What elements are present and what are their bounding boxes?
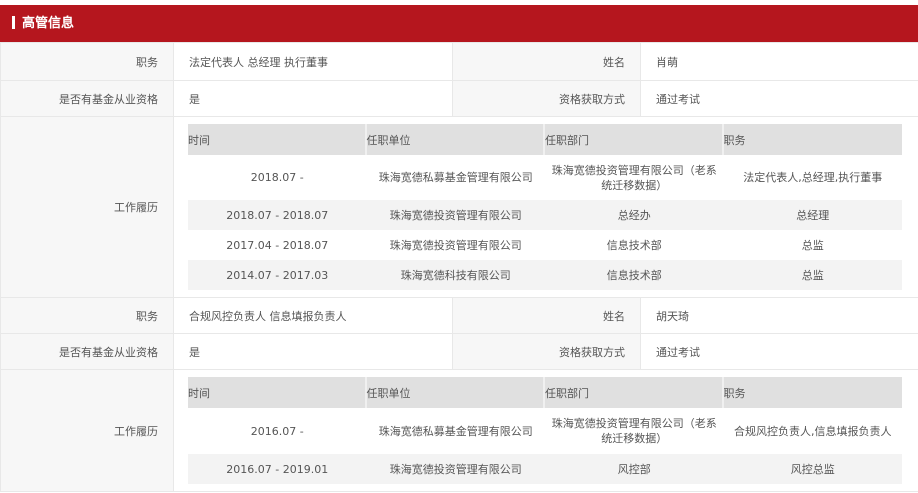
table-row: 2016.07 - 2019.01 珠海宽德投资管理有限公司 风控部 风控总监 bbox=[188, 454, 902, 484]
method-label: 资格获取方式 bbox=[452, 333, 641, 370]
qualification-row: 是否有基金从业资格是资格获取方式 通过考试 bbox=[0, 333, 918, 370]
table-row: 2018.07 - 珠海宽德私募基金管理有限公司 珠海宽德投资管理有限公司（老系统迁… bbox=[188, 155, 902, 200]
method-value: 通过考试 bbox=[640, 80, 918, 117]
cell: 珠海宽德投资管理有限公司（老系统迁移数据） bbox=[551, 417, 717, 445]
col-department: 任职部门 bbox=[545, 377, 724, 408]
col-company: 任职单位 bbox=[366, 377, 545, 408]
cell: 风控部 bbox=[545, 454, 724, 484]
name-value: 肖萌 bbox=[640, 42, 918, 81]
cell: 2018.07 - 2018.07 bbox=[188, 200, 367, 230]
cell: 总经办 bbox=[545, 200, 724, 230]
cell: 珠海宽德投资管理有限公司（老系统迁移数据） bbox=[551, 163, 717, 192]
header-bar-icon bbox=[12, 16, 15, 29]
cell: 合规风控负责人,信息填报负责人 bbox=[734, 424, 892, 438]
name-value: 胡天琦 bbox=[640, 297, 918, 334]
table-row: 2018.07 - 2018.07 珠海宽德投资管理有限公司 总经办 总经理 bbox=[188, 200, 902, 230]
col-department: 任职部门 bbox=[545, 124, 724, 155]
history-label: 工作履历 bbox=[0, 116, 174, 298]
col-position: 职务 bbox=[723, 377, 902, 408]
table-row: 2016.07 - 珠海宽德私募基金管理有限公司 珠海宽德投资管理有限公司（老系统迁… bbox=[188, 408, 902, 454]
position-value: 法定代表人 总经理 执行董事 bbox=[173, 42, 453, 81]
table-row: 2014.07 - 2017.03 珠海宽德科技有限公司 信息技术部 总监 bbox=[188, 260, 902, 290]
cell: 2016.07 - 2019.01 bbox=[188, 454, 367, 484]
cell: 总监 bbox=[801, 238, 824, 252]
col-time: 时间 bbox=[188, 377, 367, 408]
history-table: 时间 任职单位 任职部门 职务 2018.07 - 珠海宽德私募基金管理有限公司 珠海宽德… bbox=[188, 124, 902, 290]
position-value: 合规风控负责人 信息填报负责人 bbox=[173, 297, 453, 334]
history-label: 工作履历 bbox=[0, 369, 174, 492]
cell: 2016.07 - bbox=[250, 424, 304, 438]
cell: 珠海宽德私募基金管理有限公司 bbox=[378, 424, 533, 438]
method-label: 资格获取方式 bbox=[452, 80, 641, 117]
cell: 珠海宽德投资管理有限公司 bbox=[366, 200, 545, 230]
position-row: 职务 合规风控负责人 信息填报负责人 姓名 胡天琦 bbox=[0, 297, 918, 334]
cell: 珠海宽德投资管理有限公司 bbox=[366, 454, 545, 484]
position-row: 职务 法定代表人 总经理 执行董事 姓名 肖萌 bbox=[0, 42, 918, 81]
col-time: 时间 bbox=[188, 124, 367, 155]
history-row: 工作履历 时间 任职单位 任职部门 职务 2018.07 - 珠海宽德私募基金管理有限公… bbox=[0, 116, 918, 298]
name-label: 姓名 bbox=[452, 297, 641, 334]
qualified-label: 是否有基金从业资格 bbox=[0, 333, 174, 370]
col-company: 任职单位 bbox=[366, 124, 545, 155]
qualified-value: 是 bbox=[173, 333, 453, 370]
cell: 风控总监 bbox=[723, 454, 902, 484]
section-title: 高管信息 bbox=[22, 16, 75, 31]
cell: 总经理 bbox=[723, 200, 902, 230]
executive-block: 职务 法定代表人 总经理 执行董事 姓名 肖萌 是否有基金从业资格是资格获取方式 通过考… bbox=[0, 42, 918, 298]
col-position: 职务 bbox=[723, 124, 902, 155]
cell: 珠海宽德私募基金管理有限公司 bbox=[378, 171, 533, 184]
cell: 信息技术部 bbox=[606, 238, 662, 252]
cell: 总监 bbox=[723, 260, 902, 290]
name-label: 姓名 bbox=[452, 42, 641, 81]
qualified-label: 是否有基金从业资格 bbox=[0, 80, 174, 117]
cell: 珠海宽德投资管理有限公司 bbox=[389, 238, 522, 252]
history-row: 工作履历 时间 任职单位 任职部门 职务 2016.07 - 珠海宽德私募基金管理有限公… bbox=[0, 369, 918, 492]
executive-block: 职务 合规风控负责人 信息填报负责人 姓名 胡天琦 是否有基金从业资格是资格获取方式通… bbox=[0, 297, 918, 492]
section-header: 高管信息 bbox=[0, 5, 918, 42]
table-row: 2017.04 - 2018.07 珠海宽德投资管理有限公司 信息技术部 总监 bbox=[188, 230, 902, 260]
cell: 法定代表人,总经理,执行董事 bbox=[743, 171, 883, 184]
qualified-value: 是 bbox=[173, 80, 453, 117]
cell: 信息技术部 bbox=[545, 260, 724, 290]
history-table: 时间 任职单位 任职部门 职务 2016.07 - 珠海宽德私募基金管理有限公司 珠海宽德… bbox=[188, 377, 902, 484]
method-value: 通过考试 bbox=[640, 333, 918, 370]
position-label: 职务 bbox=[0, 42, 174, 81]
cell: 珠海宽德科技有限公司 bbox=[366, 260, 545, 290]
cell: 2014.07 - 2017.03 bbox=[188, 260, 367, 290]
qualification-row: 是否有基金从业资格是资格获取方式 通过考试 bbox=[0, 80, 918, 117]
cell: 2017.04 - 2018.07 bbox=[226, 238, 329, 252]
position-label: 职务 bbox=[0, 297, 174, 334]
cell: 2018.07 - bbox=[250, 171, 304, 184]
